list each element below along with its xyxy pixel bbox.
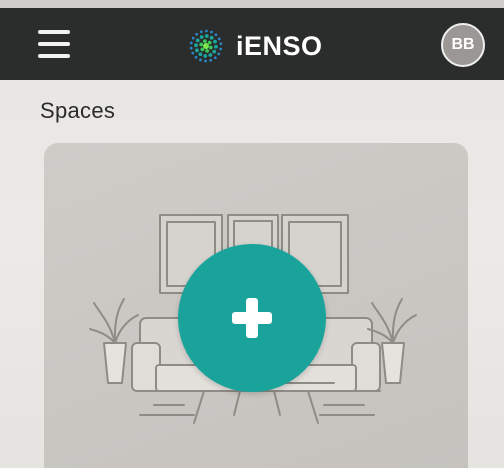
menu-bar — [38, 42, 70, 46]
plus-icon — [232, 298, 272, 338]
menu-bar — [38, 30, 70, 34]
status-strip — [0, 0, 504, 8]
brand-name: iENSO — [236, 30, 323, 61]
potted-plant — [89, 298, 139, 384]
app-header: iENSO BB — [0, 8, 504, 80]
page-title: Spaces — [40, 98, 116, 123]
brand-logo: iENSO — [186, 26, 323, 66]
hamburger-menu-icon[interactable] — [38, 30, 70, 58]
avatar[interactable]: BB — [441, 23, 485, 67]
add-space-button[interactable] — [178, 244, 326, 392]
green-dot-burst-icon — [189, 29, 223, 63]
floor-lines — [139, 404, 375, 416]
menu-bar — [38, 54, 70, 58]
